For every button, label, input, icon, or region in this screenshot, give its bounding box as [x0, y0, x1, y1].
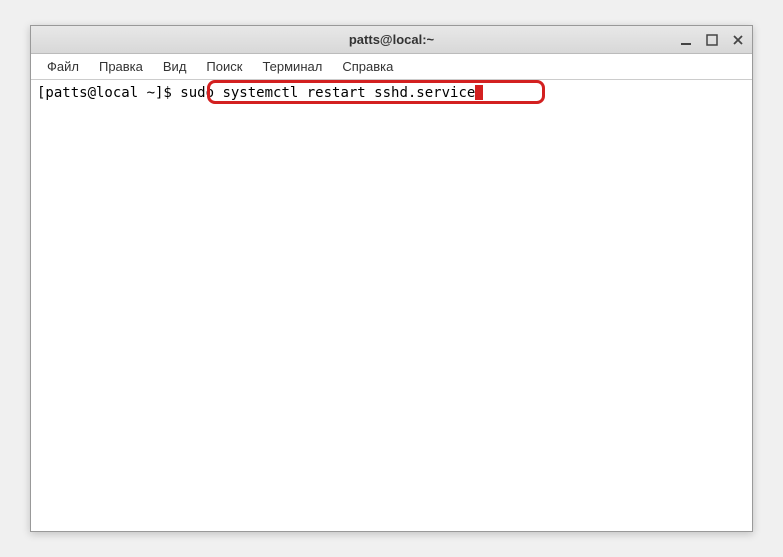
command-text: sudo systemctl restart sshd.service [180, 85, 475, 101]
window-controls [680, 34, 752, 46]
cursor [475, 85, 483, 100]
menu-help[interactable]: Справка [332, 56, 403, 77]
menu-view[interactable]: Вид [153, 56, 197, 77]
menu-terminal[interactable]: Терминал [252, 56, 332, 77]
menu-file[interactable]: Файл [37, 56, 89, 77]
menu-search[interactable]: Поиск [196, 56, 252, 77]
menubar: Файл Правка Вид Поиск Терминал Справка [31, 54, 752, 80]
close-icon[interactable] [732, 34, 744, 46]
minimize-icon[interactable] [680, 34, 692, 46]
terminal-content[interactable]: [patts@local ~]$ sudo systemctl restart … [31, 80, 752, 531]
menu-edit[interactable]: Правка [89, 56, 153, 77]
window-title: patts@local:~ [349, 32, 434, 47]
terminal-line: [patts@local ~]$ sudo systemctl restart … [37, 84, 746, 102]
titlebar[interactable]: patts@local:~ [31, 26, 752, 54]
prompt: [patts@local ~]$ [37, 85, 180, 101]
maximize-icon[interactable] [706, 34, 718, 46]
terminal-window: patts@local:~ Файл Правка Вид Поиск Терм… [30, 25, 753, 532]
